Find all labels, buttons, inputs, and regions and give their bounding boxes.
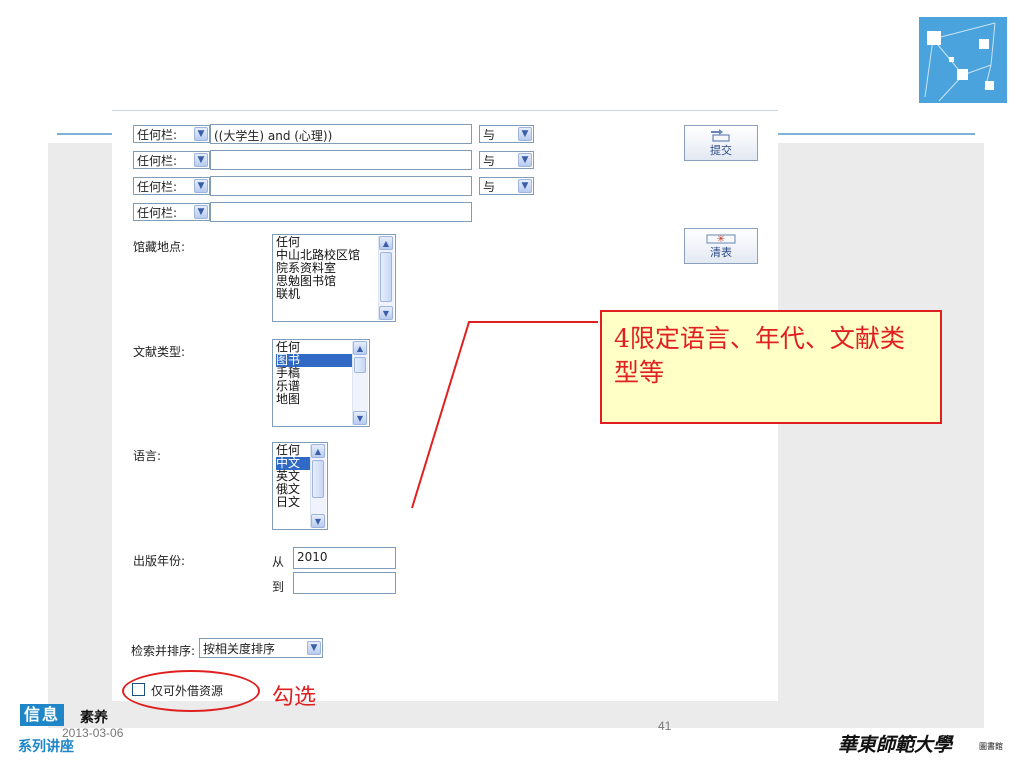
slide-date: 2013-03-06: [62, 726, 124, 740]
university-name: 華東師範大學: [838, 734, 953, 756]
callout-box: 4限定语言、年代、文献类型等: [600, 310, 942, 424]
library-name: 圖書館: [979, 742, 1003, 751]
series-logo-rest: 素养: [80, 710, 108, 726]
slide-page-number: 41: [658, 719, 672, 733]
series-logo-box: 信息: [20, 704, 65, 726]
